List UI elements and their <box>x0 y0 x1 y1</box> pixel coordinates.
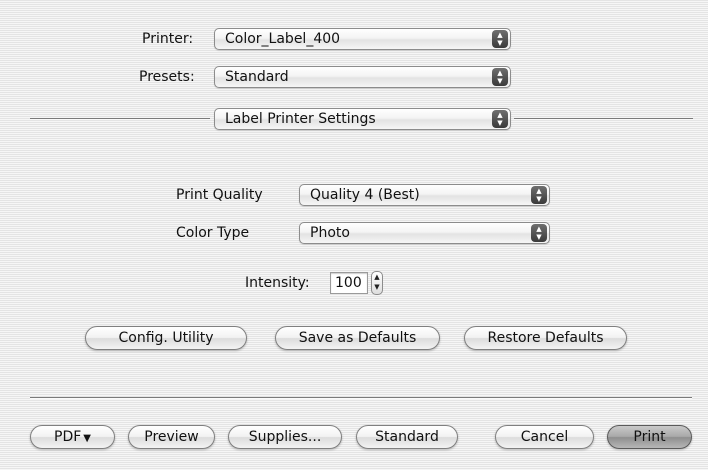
triangle-down-icon: ▼ <box>83 433 91 444</box>
intensity-label: Intensity: <box>245 275 310 291</box>
pdf-label: PDF <box>54 429 82 445</box>
up-down-arrows-icon: ▲ ▼ <box>492 30 508 48</box>
separator-right <box>514 118 693 120</box>
up-down-arrows-icon: ▲ ▼ <box>492 68 508 86</box>
print-dialog: Printer: Color_Label_400 ▲ ▼ Presets: Sta… <box>0 0 708 470</box>
supplies-button[interactable]: Supplies... <box>228 425 342 449</box>
footer-separator <box>30 397 692 399</box>
stepper-icon[interactable]: ▲ ▼ <box>371 271 383 295</box>
printer-popup[interactable]: Color_Label_400 ▲ ▼ <box>214 28 511 50</box>
standard-button[interactable]: Standard <box>356 425 458 449</box>
print-quality-value: Quality 4 (Best) <box>310 187 420 203</box>
pane-popup[interactable]: Label Printer Settings ▲ ▼ <box>214 108 511 130</box>
intensity-field[interactable]: 100 <box>330 272 368 294</box>
pane-value: Label Printer Settings <box>225 111 376 127</box>
up-down-arrows-icon: ▲ ▼ <box>531 224 547 242</box>
cancel-button[interactable]: Cancel <box>495 425 594 449</box>
config-utility-button[interactable]: Config. Utility <box>85 326 247 350</box>
presets-value: Standard <box>225 69 289 85</box>
printer-value: Color_Label_400 <box>225 31 341 47</box>
color-type-label: Color Type <box>176 225 250 241</box>
restore-defaults-button[interactable]: Restore Defaults <box>464 326 627 350</box>
print-quality-label: Print Quality <box>176 187 263 203</box>
printer-label: Printer: <box>142 31 194 47</box>
preview-button[interactable]: Preview <box>128 425 215 449</box>
presets-label: Presets: <box>139 69 195 85</box>
separator-left <box>30 118 210 120</box>
print-quality-popup[interactable]: Quality 4 (Best) ▲ ▼ <box>299 184 550 206</box>
up-down-arrows-icon: ▲ ▼ <box>492 110 508 128</box>
print-button[interactable]: Print <box>607 425 692 449</box>
pdf-menu-button[interactable]: PDF ▼ <box>30 425 115 449</box>
save-as-defaults-button[interactable]: Save as Defaults <box>275 326 440 350</box>
color-type-value: Photo <box>310 225 350 241</box>
presets-popup[interactable]: Standard ▲ ▼ <box>214 66 511 88</box>
color-type-popup[interactable]: Photo ▲ ▼ <box>299 222 550 244</box>
up-down-arrows-icon: ▲ ▼ <box>531 186 547 204</box>
